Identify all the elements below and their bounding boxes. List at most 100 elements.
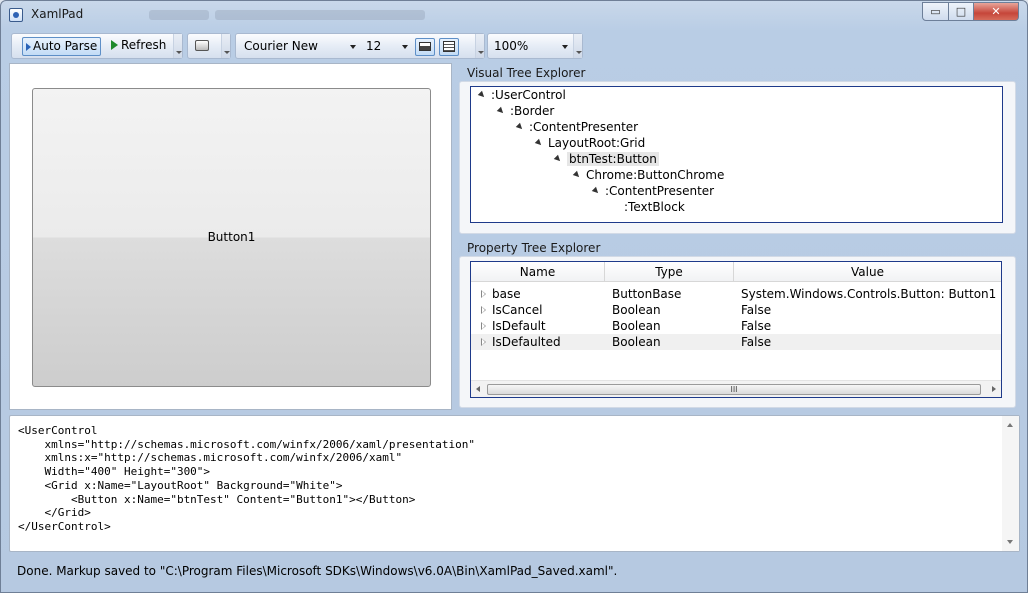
expanded-triangle-icon [553,154,563,164]
tree-node-label: :Border [510,104,555,118]
expanded-triangle-icon [534,138,544,148]
status-text: Done. Markup saved to "C:\Program Files\… [17,564,618,578]
expanded-triangle-icon [572,170,582,180]
zoom-select[interactable]: 100% [494,37,568,56]
code-line: xmlns="http://schemas.microsoft.com/winf… [18,437,475,451]
property-name: base [492,287,521,301]
preview-panel: Button1 [9,63,452,410]
column-header-type[interactable]: Type [605,262,734,282]
code-line: Width="400" Height="300"> [18,465,211,479]
preview-pane-icon [419,42,431,51]
horizontal-scrollbar[interactable]: III [471,380,1001,397]
column-header-name[interactable]: Name [471,262,605,282]
code-line: <Grid x:Name="LayoutRoot" Background="Wh… [18,478,343,492]
tree-view-icon [443,41,455,52]
xamlpad-app-icon[interactable] [9,8,23,22]
collapsed-triangle-icon[interactable] [481,338,486,346]
scroll-thumb[interactable]: III [487,384,981,395]
font-family-value: Courier New [244,39,318,53]
font-family-select[interactable]: Courier New [244,37,356,56]
toolbar-grip[interactable] [173,34,182,58]
property-value: False [741,303,772,317]
visual-tree-view[interactable]: :UserControl :Border :ContentPresenter L… [470,86,1003,223]
toolbar-grip[interactable] [475,34,484,58]
grip-icon: III [730,385,738,394]
property-type: Boolean [612,319,661,333]
tree-node[interactable]: :ContentPresenter [515,119,639,135]
tree-node-label: :TextBlock [624,200,685,214]
printer-icon[interactable] [195,40,209,51]
auto-parse-button[interactable]: Auto Parse [22,37,102,56]
tree-node[interactable]: :UserControl [477,87,566,103]
tree-node[interactable]: :TextBlock [624,199,685,215]
scroll-left-icon[interactable] [476,386,480,392]
property-row[interactable]: IsDefaulted Boolean False [471,334,1001,350]
property-type: Boolean [612,335,661,349]
refresh-button[interactable]: Refresh [108,37,169,56]
collapsed-triangle-icon[interactable] [481,322,486,330]
minimize-button[interactable]: ▭ [922,2,949,21]
expanded-triangle-icon [496,106,506,116]
preview-button1[interactable]: Button1 [32,88,431,387]
property-name: IsDefaulted [492,335,561,349]
property-row[interactable]: IsCancel Boolean False [471,302,1001,318]
toolbar-group-print [187,33,231,59]
font-size-value: 12 [366,39,382,53]
close-icon: ✕ [991,5,1001,18]
window-title: XamlPad [31,7,84,21]
expanded-triangle-icon [477,90,487,100]
property-grid[interactable]: Name Type Value base ButtonBase System.W… [470,261,1002,398]
tree-node-label: Chrome:ButtonChrome [586,168,725,182]
visual-tree-title: Visual Tree Explorer [467,66,586,80]
tree-node[interactable]: Chrome:ButtonChrome [572,167,725,183]
property-value: System.Windows.Controls.Button: Button1 [741,287,997,301]
scroll-up-icon[interactable] [1007,423,1013,427]
title-bar[interactable]: XamlPad ▭ □ ✕ [1,1,1027,29]
chevron-down-icon [562,45,568,49]
tree-node[interactable]: :Border [496,103,555,119]
font-size-select[interactable]: 12 [366,37,408,56]
toolbar-group-parse: Auto Parse Refresh [11,33,183,59]
property-name: IsCancel [492,303,543,317]
code-line: </UserControl> [18,519,111,533]
property-value: False [741,319,772,333]
refresh-label: Refresh [121,38,167,52]
xaml-code[interactable]: <UserControl xmlns="http://schemas.micro… [18,424,475,534]
toolbar-grip[interactable] [573,34,582,58]
property-row[interactable]: IsDefault Boolean False [471,318,1001,334]
toolbar: Auto Parse Refresh Courier New 12 100% [9,31,1021,61]
toolbar-grip[interactable] [221,34,230,58]
collapsed-triangle-icon[interactable] [481,306,486,314]
property-tree-title: Property Tree Explorer [467,241,601,255]
code-line: <UserControl [18,424,98,437]
status-bar: Done. Markup saved to "C:\Program Files\… [9,557,1020,585]
xaml-editor[interactable]: <UserControl xmlns="http://schemas.micro… [9,415,1020,552]
tree-node-selected[interactable]: btnTest:Button [553,151,659,167]
property-row[interactable]: base ButtonBase System.Windows.Controls.… [471,286,1001,302]
expanded-triangle-icon [515,122,525,132]
toolbar-group-font: Courier New 12 [235,33,485,59]
preview-pane-toggle[interactable] [415,38,435,56]
maximize-button[interactable]: □ [948,2,974,21]
tree-node[interactable]: LayoutRoot:Grid [534,135,646,151]
column-header-value[interactable]: Value [734,262,1001,282]
tree-node-label: btnTest:Button [567,152,659,166]
collapsed-triangle-icon[interactable] [481,290,486,298]
expanded-triangle-icon [591,186,601,196]
close-button[interactable]: ✕ [973,2,1019,21]
minimize-icon: ▭ [930,5,941,18]
blurred-title-area [149,10,209,20]
tree-node[interactable]: :ContentPresenter [591,183,715,199]
chevron-down-icon [402,45,408,49]
tree-node-label: LayoutRoot:Grid [548,136,646,150]
property-type: ButtonBase [612,287,682,301]
scroll-right-icon[interactable] [992,386,996,392]
tree-node-label: :ContentPresenter [605,184,715,198]
tree-view-toggle[interactable] [439,38,459,56]
tree-node-label: :ContentPresenter [529,120,639,134]
tree-node-label: :UserControl [491,88,566,102]
code-line: xmlns:x="http://schemas.microsoft.com/wi… [18,451,403,465]
scroll-down-icon[interactable] [1007,540,1013,544]
vertical-scrollbar[interactable] [1002,416,1019,551]
code-line: </Grid> [18,506,91,520]
